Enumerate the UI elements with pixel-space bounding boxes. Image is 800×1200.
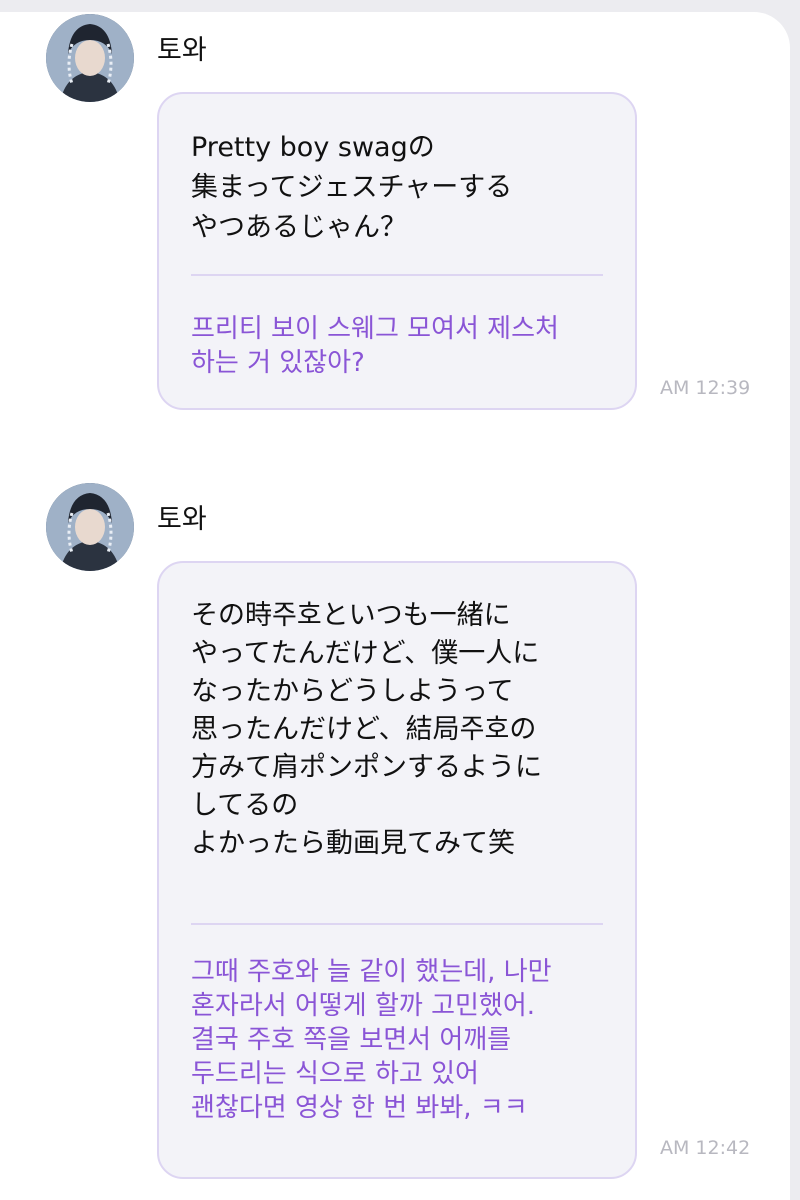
message-translation-text: 그때 주호와 늘 같이 했는데, 나만 혼자라서 어떻게 할까 고민했어. 결국… — [191, 957, 552, 1123]
message-timestamp: AM 12:39 — [660, 377, 751, 399]
message-original-text: Pretty boy swagの 集まってジェスチャーする やつあるじゃん？ — [191, 132, 513, 243]
message-bubble[interactable]: その時주호といつも一緒に やってたんだけど、僕一人に なったからどうしようって … — [157, 561, 637, 1179]
message-timestamp: AM 12:42 — [660, 1137, 751, 1159]
profile-photo-icon — [46, 483, 134, 571]
message-original-text: その時주호といつも一緒に やってたんだけど、僕一人に なったからどうしようって … — [191, 600, 542, 859]
message-translation-text: 프리티 보이 스웨그 모여서 제스처 하는 거 있잖아? — [191, 314, 559, 378]
translation-divider — [191, 923, 603, 925]
translation-divider — [191, 274, 603, 276]
message-bubble[interactable]: Pretty boy swagの 集まってジェスチャーする やつあるじゃん？ 프… — [157, 92, 637, 410]
sender-name: 토와 — [157, 35, 207, 66]
sender-name: 토와 — [157, 504, 207, 535]
profile-photo-icon — [46, 14, 134, 102]
avatar[interactable] — [46, 483, 134, 571]
chat-panel: 토와 Pretty boy swagの 集まってジェスチャーする やつあるじゃん… — [0, 12, 790, 1200]
avatar[interactable] — [46, 14, 134, 102]
